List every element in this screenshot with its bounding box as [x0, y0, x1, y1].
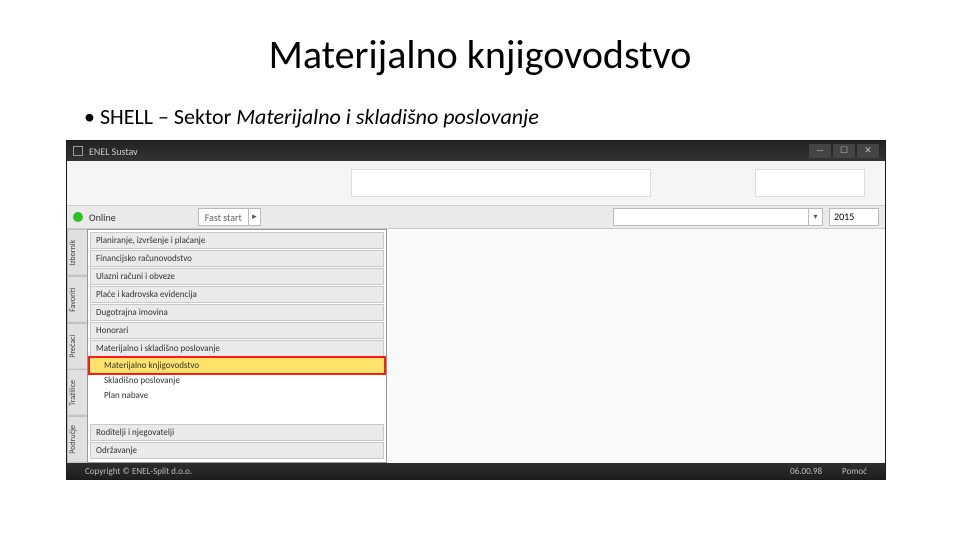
close-button[interactable]: ✕	[857, 144, 879, 158]
context-dropdown[interactable]: ▾	[613, 208, 823, 226]
content-area	[387, 229, 885, 463]
app-icon	[73, 146, 83, 156]
side-tab-izbornik[interactable]: Izbornik	[67, 229, 87, 276]
nav-tree: Planiranje, izvršenje i plaćanje Financi…	[87, 229, 387, 463]
bullet-line: SHELL – Sektor Materijalno i skladišno p…	[84, 103, 890, 130]
banner-logo-box	[755, 169, 865, 197]
chevron-right-icon: ▸	[248, 209, 260, 225]
tree-subitem[interactable]: Skladišno poslovanje	[90, 373, 384, 388]
side-tab-trazilice[interactable]: Tražilice	[67, 369, 87, 416]
app-body: Online Fast start ▸ ▾ 2015 Izbornik Favo…	[67, 161, 885, 463]
bullet-prefix: SHELL – Sektor	[100, 103, 236, 130]
app-window: ENEL Sustav — ☐ ✕ Online Fast start ▸	[66, 140, 886, 480]
tree-subitem-selected[interactable]: Materijalno knjigovodstvo	[90, 358, 384, 373]
app-title: ENEL Sustav	[89, 145, 138, 158]
tree-item[interactable]: Financijsko računovodstvo	[90, 250, 384, 267]
side-tabs: Izbornik Favoriti Prečaci Tražilice Podr…	[67, 229, 87, 463]
statusbar-time: 06.00.98	[780, 466, 832, 477]
tree-item[interactable]: Ulazni računi i obveze	[90, 268, 384, 285]
titlebar[interactable]: ENEL Sustav — ☐ ✕	[67, 141, 885, 161]
chevron-down-icon: ▾	[808, 209, 822, 225]
minimize-button[interactable]: —	[809, 144, 831, 158]
year-field[interactable]: 2015	[829, 208, 879, 226]
toolbar: Online Fast start ▸ ▾ 2015	[67, 205, 885, 229]
fast-start-label: Fast start	[199, 211, 248, 224]
banner-center-box	[351, 169, 651, 197]
tree-item[interactable]: Plaće i kadrovska evidencija	[90, 286, 384, 303]
banner	[67, 161, 885, 205]
statusbar: Copyright © ENEL-Split d.o.o. 06.00.98 P…	[67, 463, 885, 479]
tree-subitem[interactable]: Plan nabave	[90, 388, 384, 403]
tree-item[interactable]: Dugotrajna imovina	[90, 304, 384, 321]
side-tab-favoriti[interactable]: Favoriti	[67, 276, 87, 323]
fast-start-dropdown[interactable]: Fast start ▸	[198, 208, 261, 226]
tree-item[interactable]: Materijalno i skladišno poslovanje	[90, 340, 384, 357]
statusbar-copyright: Copyright © ENEL-Split d.o.o.	[75, 466, 202, 477]
main-area: Izbornik Favoriti Prečaci Tražilice Podr…	[67, 229, 885, 463]
status-indicator-icon	[73, 212, 83, 222]
tree-item[interactable]: Roditelji i njegovatelji	[90, 424, 384, 441]
side-tab-precaci[interactable]: Prečaci	[67, 323, 87, 370]
statusbar-help[interactable]: Pomoć	[832, 466, 877, 477]
slide: Materijalno knjigovodstvo SHELL – Sektor…	[0, 0, 960, 540]
bullet-italic: Materijalno i skladišno poslovanje	[236, 103, 539, 130]
status-text: Online	[89, 211, 116, 224]
page-title: Materijalno knjigovodstvo	[70, 30, 890, 79]
tree-item[interactable]: Honorari	[90, 322, 384, 339]
tree-bottom-group: Roditelji i njegovatelji Održavanje	[88, 422, 386, 462]
side-tab-podrucje[interactable]: Područje	[67, 416, 87, 463]
maximize-button[interactable]: ☐	[833, 144, 855, 158]
tree-item[interactable]: Održavanje	[90, 442, 384, 459]
window-buttons: — ☐ ✕	[809, 144, 879, 158]
tree-top-group: Planiranje, izvršenje i plaćanje Financi…	[88, 230, 386, 405]
tree-item[interactable]: Planiranje, izvršenje i plaćanje	[90, 232, 384, 249]
